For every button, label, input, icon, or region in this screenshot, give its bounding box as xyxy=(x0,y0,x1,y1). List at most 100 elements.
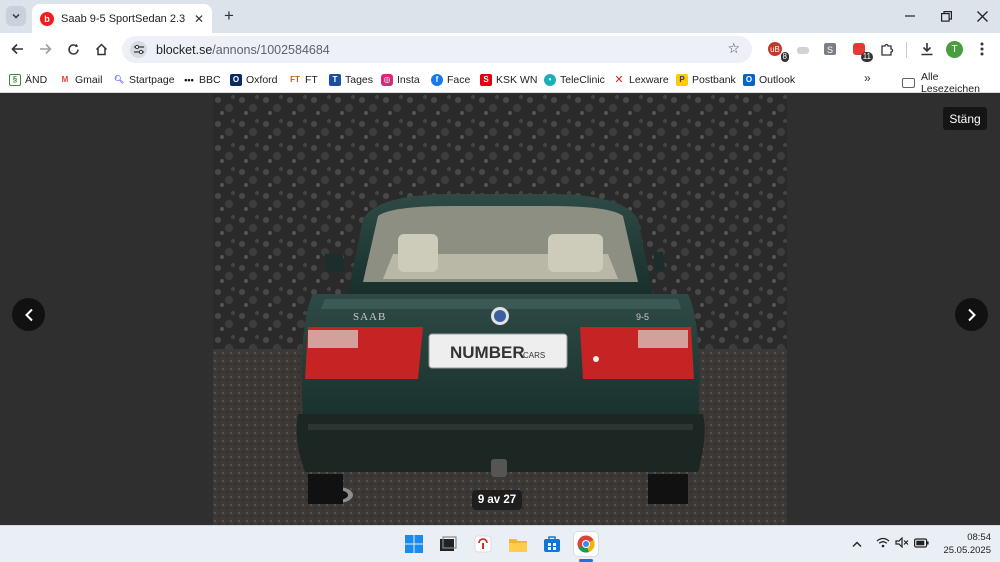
bookmark-teleclinic[interactable]: • TeleClinic xyxy=(544,71,605,88)
red-app-button[interactable] xyxy=(471,532,495,556)
previous-image-button[interactable] xyxy=(12,298,45,331)
red-extension[interactable]: 11 xyxy=(850,40,873,62)
forward-button[interactable] xyxy=(34,38,56,60)
facebook-icon: f xyxy=(431,73,443,86)
clock-time: 08:54 xyxy=(967,532,991,543)
extensions-button[interactable] xyxy=(878,40,896,58)
bookmark-bbc[interactable]: ••• BBC xyxy=(183,71,221,88)
tray-overflow-button[interactable] xyxy=(852,537,862,551)
bookmark-label: ÄND xyxy=(25,73,48,86)
store-button[interactable] xyxy=(540,532,564,556)
bbc-icon: ••• xyxy=(183,73,195,86)
minimize-button[interactable] xyxy=(899,5,921,27)
close-icon xyxy=(976,10,988,22)
grey-extension[interactable] xyxy=(794,40,812,58)
bookmark-face[interactable]: f Face xyxy=(431,71,470,88)
menu-button[interactable] xyxy=(973,40,991,58)
tages-icon: T xyxy=(329,73,341,86)
chrome-icon xyxy=(577,535,595,553)
instagram-icon: ◎ xyxy=(381,73,393,86)
outlook-icon: O xyxy=(743,73,755,86)
chevron-up-icon xyxy=(852,541,862,547)
folder-icon xyxy=(509,538,527,552)
wifi-icon xyxy=(876,537,890,548)
tune-icon xyxy=(133,45,144,54)
new-tab-button[interactable]: + xyxy=(220,6,238,26)
bookmark-and[interactable]: § ÄND xyxy=(9,71,47,88)
ft-icon: FT xyxy=(289,73,301,86)
bookmark-startpage[interactable]: 🔍︎ Startpage xyxy=(113,71,175,88)
bookmark-label: Face xyxy=(447,73,471,86)
bookmark-insta[interactable]: ◎ Insta xyxy=(381,71,420,88)
bookmarks-overflow-button[interactable]: » xyxy=(864,71,871,85)
windows-start-button[interactable] xyxy=(402,532,426,556)
chevron-down-icon xyxy=(12,13,20,19)
bookmark-label: Outlook xyxy=(759,73,796,86)
next-image-button[interactable] xyxy=(955,298,988,331)
site-info-button[interactable] xyxy=(130,41,147,58)
restore-button[interactable] xyxy=(935,5,957,27)
close-gallery-button[interactable]: Stäng xyxy=(943,107,987,130)
app-red-icon xyxy=(474,535,492,553)
taskbar-clock[interactable]: 08:54 25.05.2025 xyxy=(935,531,991,557)
cloud-icon xyxy=(797,47,809,54)
bookmark-kskwn[interactable]: S KSK WN xyxy=(480,71,537,88)
bookmark-gmail[interactable]: M Gmail xyxy=(59,71,102,88)
task-view-button[interactable] xyxy=(436,532,460,556)
task-view-icon xyxy=(440,536,457,551)
bookmark-star-icon[interactable]: ☆ xyxy=(727,40,740,57)
page-icon: § xyxy=(9,73,21,86)
tab-title: Saab 9-5 SportSedan 2.3 T säljes xyxy=(61,12,187,25)
svg-text:uB: uB xyxy=(770,45,780,54)
saab-badge: SAAB xyxy=(353,311,386,323)
minimize-icon xyxy=(905,15,915,17)
store-icon xyxy=(544,536,560,552)
all-bookmarks-folder[interactable]: Alle Lesezeichen xyxy=(902,71,1000,95)
car-photo: SAAB 9-5 NUMBER CARS xyxy=(213,94,787,525)
volume-muted-icon xyxy=(895,536,909,549)
windows-taskbar: 08:54 25.05.2025 xyxy=(0,525,1000,562)
svg-text:S: S xyxy=(827,45,833,55)
tab-active[interactable]: b Saab 9-5 SportSedan 2.3 T säljes ✕ xyxy=(32,4,212,33)
reload-button[interactable] xyxy=(62,38,84,60)
ublock-extension[interactable]: uB 8 xyxy=(766,40,789,62)
all-bookmarks-label: Alle Lesezeichen xyxy=(920,71,980,95)
bookmarks-bar: § ÄND M Gmail 🔍︎ Startpage ••• BBC O Oxford F… xyxy=(0,66,1000,95)
back-button[interactable] xyxy=(6,38,28,60)
wifi-button[interactable] xyxy=(876,537,890,551)
reload-icon xyxy=(67,43,79,55)
file-explorer-button[interactable] xyxy=(506,532,530,556)
bookmark-tages[interactable]: T Tages xyxy=(329,71,373,88)
url-path: /annons/1002584684 xyxy=(212,42,330,57)
teleclinic-icon: • xyxy=(544,73,556,86)
close-window-button[interactable] xyxy=(971,5,993,27)
bookmark-label: Insta xyxy=(397,73,420,86)
profile-avatar[interactable]: T xyxy=(946,41,963,58)
address-bar[interactable]: blocket.se/annons/1002584684 ☆ xyxy=(122,36,752,63)
plate-subtext: CARS xyxy=(523,351,545,360)
battery-button[interactable] xyxy=(914,537,929,551)
download-icon xyxy=(921,43,933,56)
tab-strip: b Saab 9-5 SportSedan 2.3 T säljes ✕ + xyxy=(0,0,1000,33)
bookmark-label: KSK WN xyxy=(496,73,538,86)
bookmark-lexware[interactable]: ✕ Lexware xyxy=(613,71,669,88)
home-icon xyxy=(95,42,107,55)
chrome-button[interactable] xyxy=(574,532,598,556)
search-icon: 🔍︎ xyxy=(113,73,125,86)
bookmark-label: Startpage xyxy=(129,73,175,86)
puzzle-ext-2[interactable]: S xyxy=(821,40,839,58)
tab-search-button[interactable] xyxy=(6,6,26,26)
home-button[interactable] xyxy=(90,38,112,60)
bookmark-postbank[interactable]: P Postbank xyxy=(676,71,736,88)
battery-icon xyxy=(914,538,929,548)
bookmark-oxford[interactable]: O Oxford xyxy=(230,71,278,88)
bookmark-ft[interactable]: FT FT xyxy=(289,71,318,88)
bookmark-label: FT xyxy=(305,73,318,86)
volume-button[interactable] xyxy=(895,536,909,551)
bookmark-outlook[interactable]: O Outlook xyxy=(743,71,795,88)
tab-close-icon[interactable]: ✕ xyxy=(194,12,204,26)
postbank-icon: P xyxy=(676,73,688,86)
image-counter: 9 av 27 xyxy=(472,490,522,510)
downloads-button[interactable] xyxy=(918,40,936,58)
bookmark-label: TeleClinic xyxy=(560,73,605,86)
